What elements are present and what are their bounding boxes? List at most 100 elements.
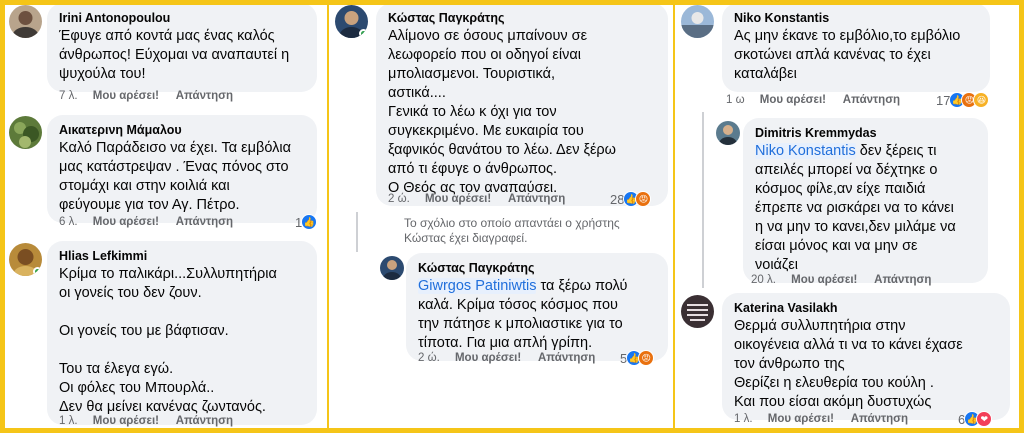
comment-bubble: Κώστας Παγκράτης Αλίμονο σε όσους μπαίνο… bbox=[376, 3, 668, 206]
comment-text: Ας μην έκανε το εμβόλιο,το εμβόλιο σκοτώ… bbox=[734, 28, 961, 82]
reply-button[interactable]: Απάντηση bbox=[843, 94, 900, 106]
like-button[interactable]: Μου αρέσει! bbox=[768, 413, 834, 425]
online-status-icon bbox=[359, 29, 368, 38]
comment-bubble: Katerina Vasilakh Θερμά συλλυπητήρια στη… bbox=[722, 293, 1010, 420]
comment-actions: 7 λ. Μου αρέσει! Απάντηση bbox=[59, 88, 247, 104]
comments-column-1: Irini Antonopoulou Έφυγε από κοντά μας έ… bbox=[5, 0, 325, 433]
avatar-photo-icon bbox=[716, 121, 740, 145]
mention-link[interactable]: Giwrgos Patiniwtis bbox=[418, 278, 537, 294]
reaction-count: 17 bbox=[936, 92, 951, 108]
timestamp[interactable]: 2 ώ. bbox=[418, 352, 440, 364]
reactions-summary[interactable]: 28 👍 😡 bbox=[610, 190, 652, 208]
avatar[interactable] bbox=[681, 5, 714, 38]
comment-bubble: Dimitris Kremmydas Niko Konstantis δεν ξ… bbox=[743, 118, 988, 283]
reply-button[interactable]: Απάντηση bbox=[508, 193, 565, 205]
author-name[interactable]: Niko Konstantis bbox=[734, 10, 978, 26]
mention-link[interactable]: Niko Konstantis bbox=[755, 143, 856, 159]
column-divider bbox=[327, 0, 329, 433]
love-icon: ❤ bbox=[976, 411, 993, 427]
comment-actions: 6 λ. Μου αρέσει! Απάντηση bbox=[59, 214, 247, 230]
avatar[interactable] bbox=[716, 121, 740, 145]
comment-actions: 2 ώ. Μου αρέσει! Απάντηση bbox=[418, 350, 609, 366]
comment-bubble: Κώστας Παγκράτης Giwrgos Patiniwtis τα ξ… bbox=[406, 253, 668, 361]
comment-text: Θερμά συλλυπητήρια στην οικογένεια αλλά … bbox=[734, 318, 963, 410]
comment-text: Αλίμονο σε όσους μπαίνουν σε λεωφορείο π… bbox=[388, 28, 616, 196]
comment-actions: 1 ω Μου αρέσει! Απάντηση bbox=[726, 92, 914, 108]
reply-thread-line bbox=[356, 212, 358, 252]
author-name[interactable]: Κώστας Παγκράτης bbox=[418, 260, 656, 276]
comment-actions: 20 λ. Μου αρέσει! Απάντηση bbox=[751, 272, 945, 288]
comment-actions: 1 λ. Μου αρέσει! Απάντηση bbox=[734, 411, 922, 427]
comments-column-2: Κώστας Παγκράτης Αλίμονο σε όσους μπαίνο… bbox=[330, 0, 675, 433]
comment-bubble: Irini Antonopoulou Έφυγε από κοντά μας έ… bbox=[47, 3, 317, 92]
timestamp[interactable]: 1 λ. bbox=[59, 415, 78, 427]
comment-dimitris: Dimitris Kremmydas Niko Konstantis δεν ξ… bbox=[676, 115, 1019, 293]
avatar[interactable] bbox=[9, 5, 42, 38]
reply-button[interactable]: Απάντηση bbox=[176, 90, 233, 102]
like-button[interactable]: Μου αρέσει! bbox=[791, 274, 857, 286]
avatar[interactable] bbox=[681, 295, 714, 328]
reactions-summary[interactable]: 17 👍 😡 😆 bbox=[936, 91, 990, 109]
timestamp[interactable]: 2 ώ. bbox=[388, 193, 410, 205]
author-name[interactable]: Κώστας Παγκράτης bbox=[388, 10, 656, 26]
avatar[interactable] bbox=[9, 243, 42, 276]
avatar-photo-icon bbox=[9, 116, 42, 149]
reply-button[interactable]: Απάντηση bbox=[176, 216, 233, 228]
comment-text: Κρίμα το παλικάρι...Συλλυπητήρια οι γονε… bbox=[59, 266, 277, 415]
comment-bubble: Αικατερινη Μάμαλου Καλό Παράδεισο να έχε… bbox=[47, 115, 317, 223]
like-button[interactable]: Μου αρέσει! bbox=[93, 90, 159, 102]
comment-aikaterini: Αικατερινη Μάμαλου Καλό Παράδεισο να έχε… bbox=[5, 112, 325, 236]
like-icon: 👍 bbox=[301, 214, 318, 230]
author-name[interactable]: Αικατερινη Μάμαλου bbox=[59, 122, 305, 138]
comment-body: δεν ξέρεις τι απειλές μπορεί να δέχτηκε … bbox=[755, 143, 956, 273]
online-status-icon bbox=[33, 267, 42, 276]
author-name[interactable]: Katerina Vasilakh bbox=[734, 300, 998, 316]
timestamp[interactable]: 20 λ. bbox=[751, 274, 776, 286]
avatar-photo-icon bbox=[681, 5, 714, 38]
avatar[interactable] bbox=[380, 256, 404, 280]
deleted-comment-notice: Το σχόλιο στο οποίο απαντάει ο χρήστης Κ… bbox=[404, 216, 620, 245]
comment-text: Niko Konstantis δεν ξέρεις τι απειλές μπ… bbox=[755, 142, 976, 275]
reactions-summary[interactable]: 5 👍 😡 bbox=[620, 349, 655, 367]
comment-niko: Niko Konstantis Ας μην έκανε το εμβόλιο,… bbox=[676, 0, 1019, 115]
timestamp[interactable]: 7 λ. bbox=[59, 90, 78, 102]
comment-text: Giwrgos Patiniwtis τα ξέρω πολύ καλά. Κρ… bbox=[418, 277, 656, 353]
angry-icon: 😡 bbox=[635, 191, 652, 207]
comment-text: Έφυγε από κοντά μας ένας καλός άνθρωπος!… bbox=[59, 28, 290, 82]
comment-irini: Irini Antonopoulou Έφυγε από κοντά μας έ… bbox=[5, 0, 325, 110]
comment-text: Καλό Παράδεισο να έχει. Τα εμβόλια μας κ… bbox=[59, 140, 291, 213]
comment-bubble: Hlias Lefkimmi Κρίμα το παλικάρι...Συλλυ… bbox=[47, 241, 317, 425]
like-button[interactable]: Μου αρέσει! bbox=[760, 94, 826, 106]
comment-bubble: Niko Konstantis Ας μην έκανε το εμβόλιο,… bbox=[722, 3, 990, 92]
comment-kostas: Κώστας Παγκράτης Αλίμονο σε όσους μπαίνο… bbox=[330, 0, 675, 210]
author-name[interactable]: Irini Antonopoulou bbox=[59, 10, 305, 26]
timestamp[interactable]: 1 λ. bbox=[734, 413, 753, 425]
author-name[interactable]: Dimitris Kremmydas bbox=[755, 125, 976, 141]
reply-button[interactable]: Απάντηση bbox=[874, 274, 931, 286]
like-button[interactable]: Μου αρέσει! bbox=[425, 193, 491, 205]
comment-katerina: Katerina Vasilakh Θερμά συλλυπητήρια στη… bbox=[676, 292, 1019, 428]
avatar-photo-icon bbox=[681, 295, 714, 328]
timestamp[interactable]: 6 λ. bbox=[59, 216, 78, 228]
avatar[interactable] bbox=[335, 5, 368, 38]
avatar-photo-icon bbox=[380, 256, 404, 280]
like-button[interactable]: Μου αρέσει! bbox=[93, 415, 159, 427]
avatar-photo-icon bbox=[9, 5, 42, 38]
haha-icon: 😆 bbox=[973, 92, 990, 108]
column-divider bbox=[673, 0, 675, 433]
reactions-summary[interactable]: 6 👍 ❤ bbox=[958, 410, 993, 428]
timestamp[interactable]: 1 ω bbox=[726, 94, 745, 106]
like-button[interactable]: Μου αρέσει! bbox=[455, 352, 521, 364]
like-button[interactable]: Μου αρέσει! bbox=[93, 216, 159, 228]
angry-icon: 😡 bbox=[638, 350, 655, 366]
avatar[interactable] bbox=[9, 116, 42, 149]
comment-actions: 2 ώ. Μου αρέσει! Απάντηση bbox=[388, 191, 579, 207]
reply-button[interactable]: Απάντηση bbox=[176, 415, 233, 427]
reply-button[interactable]: Απάντηση bbox=[851, 413, 908, 425]
reactions-summary[interactable]: 1 👍 bbox=[295, 213, 318, 231]
comment-actions: 1 λ. Μου αρέσει! Απάντηση bbox=[59, 413, 247, 429]
author-name[interactable]: Hlias Lefkimmi bbox=[59, 248, 305, 264]
comment-hlias: Hlias Lefkimmi Κρίμα το παλικάρι...Συλλυ… bbox=[5, 238, 325, 430]
comment-kostas-reply: Κώστας Παγκράτης Giwrgos Patiniwtis τα ξ… bbox=[330, 250, 675, 375]
reply-button[interactable]: Απάντηση bbox=[538, 352, 595, 364]
